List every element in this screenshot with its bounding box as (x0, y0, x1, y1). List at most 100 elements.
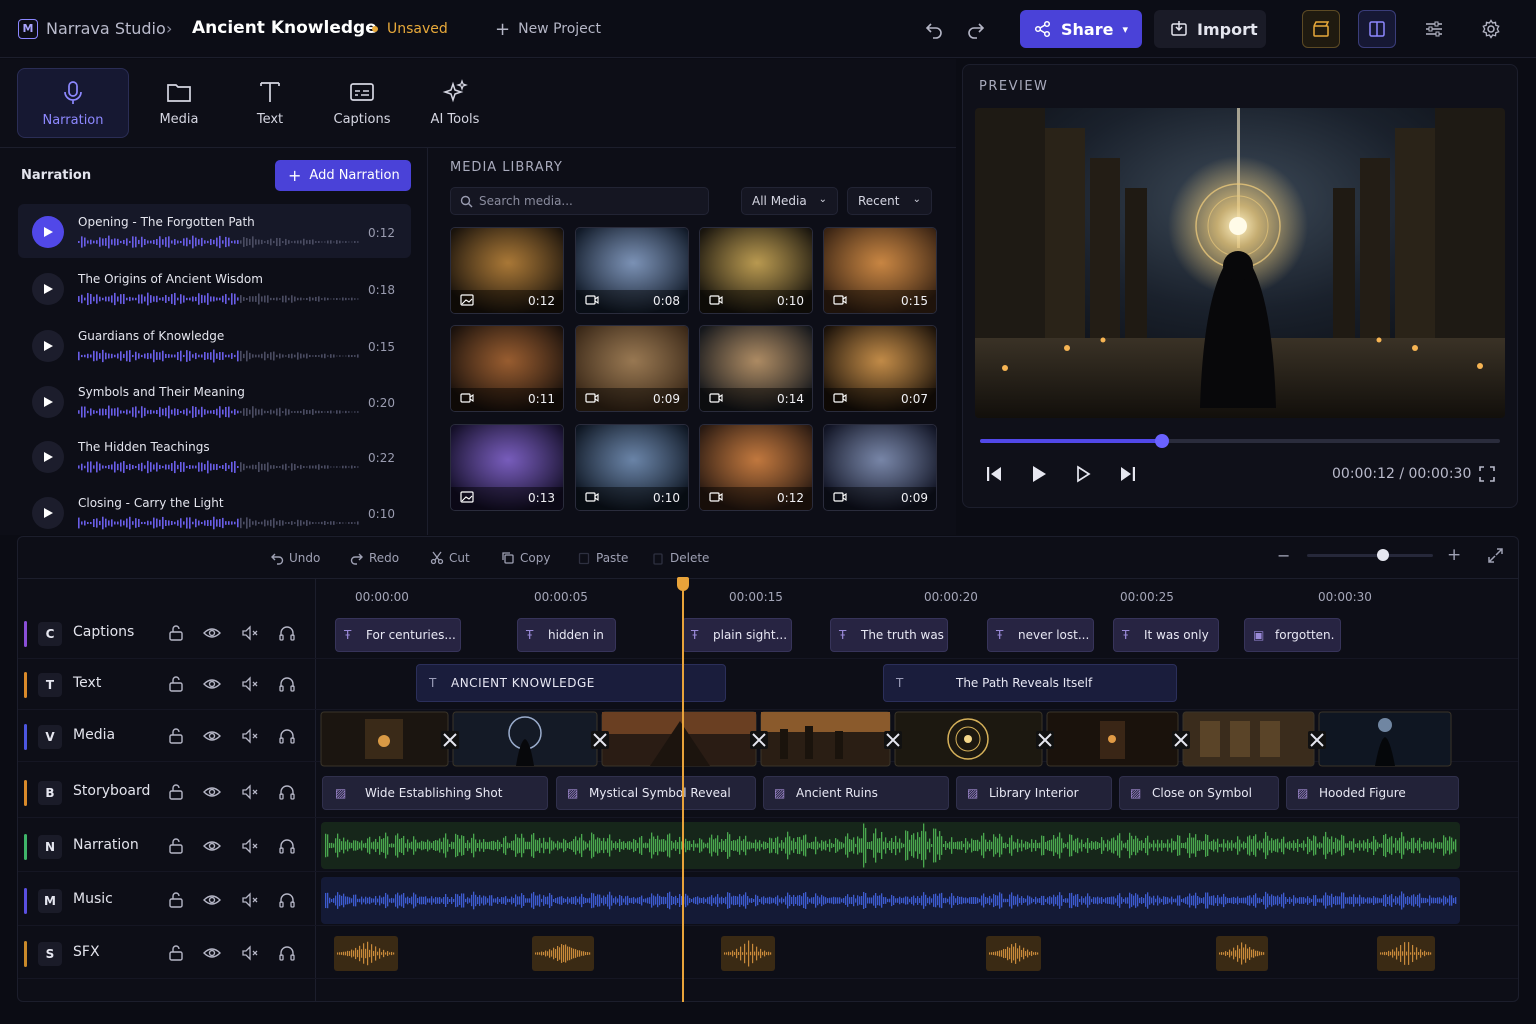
media-thumbnail[interactable]: 0:15 (823, 227, 937, 314)
delete-button[interactable]: Delete (651, 551, 709, 565)
media-thumbnail[interactable]: 0:11 (450, 325, 564, 412)
undo-button[interactable] (918, 13, 950, 45)
lock-icon[interactable] (167, 675, 185, 693)
layout-toggle-button[interactable] (1358, 10, 1396, 48)
eye-icon[interactable] (203, 891, 221, 909)
text-clip[interactable]: T ANCIENT KNOWLEDGE (416, 664, 726, 702)
adjustments-button[interactable] (1418, 13, 1450, 45)
copy-button[interactable]: Copy (501, 551, 550, 565)
headphones-icon[interactable] (278, 624, 296, 642)
caption-clip[interactable]: Ŧ The truth was (830, 618, 948, 652)
narration-item[interactable]: Guardians of Knowledge 0:15 (18, 318, 411, 372)
narration-item[interactable]: Closing - Carry the Light 0:10 (18, 485, 411, 539)
media-thumbnail[interactable]: 0:09 (575, 325, 689, 412)
tab-narration[interactable]: Narration (17, 68, 129, 138)
eye-icon[interactable] (203, 837, 221, 855)
zoom-out-button[interactable]: − (1277, 546, 1290, 565)
caption-clip[interactable]: Ŧnever lost... (987, 618, 1094, 652)
narration-audio-clip[interactable] (321, 822, 1460, 869)
lock-icon[interactable] (167, 891, 185, 909)
narration-play-button[interactable] (32, 216, 64, 248)
narration-item[interactable]: Opening - The Forgotten Path 0:12 (18, 204, 411, 258)
timeline-redo-button[interactable]: Redo (350, 551, 399, 565)
new-project-button[interactable]: + New Project (495, 18, 601, 40)
share-button[interactable]: Share ▾ (1020, 10, 1142, 48)
preview-progress-track[interactable] (980, 434, 1500, 448)
storyboard-clip[interactable]: ▨ Library Interior (956, 776, 1112, 810)
caption-clip[interactable]: Ŧhidden in (517, 618, 616, 652)
lock-icon[interactable] (167, 837, 185, 855)
headphones-icon[interactable] (278, 727, 296, 745)
skip-back-button[interactable] (984, 464, 1004, 484)
sfx-clip[interactable] (986, 936, 1041, 971)
clapper-button[interactable] (1302, 10, 1340, 48)
media-thumbnail[interactable]: 0:09 (823, 424, 937, 511)
eye-icon[interactable] (203, 783, 221, 801)
text-clip[interactable]: T The Path Reveals Itself (883, 664, 1177, 702)
mute-icon[interactable] (241, 675, 259, 693)
narration-play-button[interactable] (32, 330, 64, 362)
lock-icon[interactable] (167, 944, 185, 962)
fullscreen-button[interactable] (1478, 465, 1496, 483)
media-thumbnail[interactable]: 0:10 (699, 227, 813, 314)
headphones-icon[interactable] (278, 675, 296, 693)
media-filter-select[interactable]: All Media ⌄ (741, 187, 838, 215)
narration-item[interactable]: The Hidden Teachings 0:22 (18, 429, 411, 483)
mute-icon[interactable] (241, 727, 259, 745)
zoom-slider-handle[interactable] (1376, 549, 1389, 561)
media-thumbnail[interactable]: 0:08 (575, 227, 689, 314)
narration-play-button[interactable] (32, 386, 64, 418)
narration-play-button[interactable] (32, 273, 64, 305)
media-thumbnail[interactable]: 0:12 (450, 227, 564, 314)
eye-icon[interactable] (203, 727, 221, 745)
storyboard-clip[interactable]: ▨ Wide Establishing Shot (322, 776, 548, 810)
storyboard-clip[interactable]: ▨ Close on Symbol (1119, 776, 1279, 810)
settings-button[interactable] (1475, 13, 1507, 45)
mute-icon[interactable] (241, 624, 259, 642)
paste-button[interactable]: Paste (577, 551, 628, 565)
playhead-handle[interactable] (677, 577, 689, 591)
playhead[interactable] (682, 584, 684, 1002)
play-button[interactable] (1029, 464, 1049, 484)
headphones-icon[interactable] (278, 944, 296, 962)
eye-icon[interactable] (203, 675, 221, 693)
import-button[interactable]: Import (1154, 10, 1266, 48)
lock-icon[interactable] (167, 783, 185, 801)
cut-button[interactable]: Cut (430, 551, 470, 565)
media-thumbnail[interactable]: 0:13 (450, 424, 564, 511)
project-name[interactable]: Ancient Knowledge (192, 18, 377, 38)
caption-clip[interactable]: Ŧ For centuries... (335, 618, 461, 652)
add-narration-button[interactable]: + Add Narration (275, 160, 411, 191)
mute-icon[interactable] (241, 891, 259, 909)
caption-clip[interactable]: ▣ forgotten. (1244, 618, 1341, 652)
mute-icon[interactable] (241, 944, 259, 962)
mute-icon[interactable] (241, 783, 259, 801)
timeline-undo-button[interactable]: Undo (270, 551, 320, 565)
skip-forward-button[interactable] (1118, 464, 1138, 484)
preview-video[interactable] (975, 108, 1505, 418)
zoom-slider[interactable] (1307, 549, 1433, 561)
storyboard-clip[interactable]: ▨ Mystical Symbol Reveal (556, 776, 756, 810)
sfx-clip[interactable] (721, 936, 775, 971)
redo-button[interactable] (960, 13, 992, 45)
caption-clip[interactable]: Ŧ It was only (1113, 618, 1219, 652)
tab-ai-tools[interactable]: AI Tools (399, 68, 511, 138)
sfx-clip[interactable] (334, 936, 398, 971)
music-audio-clip[interactable] (321, 877, 1460, 924)
media-thumbnail[interactable]: 0:10 (575, 424, 689, 511)
media-thumbnail[interactable]: 0:07 (823, 325, 937, 412)
media-search-input[interactable]: Search media... (450, 187, 709, 215)
sfx-clip[interactable] (1377, 936, 1435, 971)
lock-icon[interactable] (167, 624, 185, 642)
storyboard-clip[interactable]: ▨ Hooded Figure (1286, 776, 1459, 810)
narration-item[interactable]: Symbols and Their Meaning 0:20 (18, 374, 411, 428)
media-thumbnail[interactable]: 0:12 (699, 424, 813, 511)
preview-scrubber-handle[interactable] (1155, 434, 1169, 448)
mute-icon[interactable] (241, 837, 259, 855)
caption-clip[interactable]: Ŧplain sight... (682, 618, 792, 652)
sfx-clip[interactable] (532, 936, 594, 971)
lock-icon[interactable] (167, 727, 185, 745)
sfx-clip[interactable] (1216, 936, 1268, 971)
media-sort-select[interactable]: Recent ⌄ (847, 187, 932, 215)
media-filmstrip[interactable] (320, 711, 1460, 767)
